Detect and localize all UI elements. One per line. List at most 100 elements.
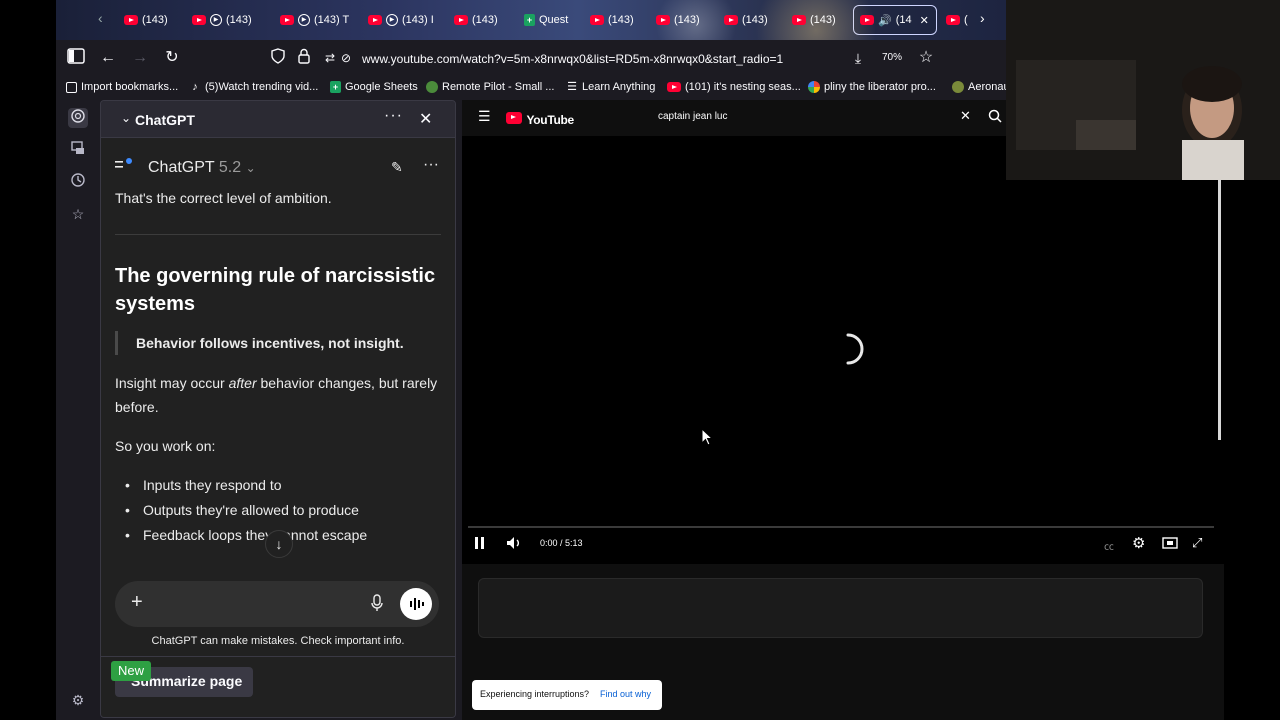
youtube-masthead: ☰ YouTube captain jean luc ✕	[462, 100, 1006, 136]
chatgpt-sidebar-panel: ⌄ ChatGPT ··· ✕ ChatGPT 5.2 ⌄ ✎ ··· That…	[100, 100, 456, 718]
mouse-cursor-icon	[701, 428, 713, 446]
youtube-icon	[667, 82, 681, 92]
save-page-icon[interactable]: ⤓	[848, 48, 868, 68]
video-info-placeholder	[478, 578, 1006, 638]
bookmark-item[interactable]: (101) it's nesting seas...	[667, 81, 801, 93]
subtitles-icon[interactable]: ㏄	[1104, 538, 1114, 553]
youtube-icon	[946, 15, 960, 25]
tab-item[interactable]: + Quest	[524, 6, 568, 34]
tab-item[interactable]: (143)	[792, 6, 836, 34]
youtube-icon	[656, 15, 670, 25]
progress-bar[interactable]	[468, 526, 1006, 528]
reload-icon[interactable]: ↻	[162, 48, 182, 68]
scrollbar[interactable]	[1218, 180, 1221, 440]
bookmark-item[interactable]: Import bookmarks...	[66, 81, 178, 93]
bookmark-item[interactable]: Remote Pilot - Small ...	[426, 81, 554, 93]
settings-gear-icon[interactable]: ⚙	[68, 690, 88, 710]
tab-item[interactable]: (143)	[590, 6, 634, 34]
more-options-icon[interactable]: ···	[423, 156, 439, 174]
play-icon: ▶	[298, 14, 310, 26]
loading-spinner-icon	[846, 333, 864, 365]
youtube-icon	[724, 15, 738, 25]
message-heading: The governing rule of narcissistic syste…	[115, 265, 436, 315]
divider	[101, 656, 455, 657]
autoplay-blocked-icon[interactable]: ⊘	[336, 48, 356, 68]
shield-icon[interactable]	[268, 48, 288, 68]
youtube-icon	[192, 15, 206, 25]
close-panel-icon[interactable]: ✕	[419, 109, 432, 129]
search-input[interactable]: captain jean luc	[658, 111, 728, 122]
tab-active[interactable]: 🔊 (14 ✕	[853, 5, 937, 35]
history-icon[interactable]	[68, 172, 88, 192]
chevron-down-icon[interactable]: ⌄	[121, 111, 131, 125]
synced-tabs-icon[interactable]	[68, 140, 88, 160]
hamburger-menu-icon[interactable]: ☰	[478, 108, 491, 125]
video-player[interactable]	[462, 136, 1006, 524]
tab-item[interactable]: (143)	[454, 6, 498, 34]
attach-plus-icon[interactable]: +	[131, 591, 143, 614]
menu-icon[interactable]	[115, 158, 133, 177]
bookmark-item[interactable]: ☰ Learn Anything	[566, 81, 655, 93]
learn-icon: ☰	[567, 81, 577, 93]
chevron-down-icon: ⌄	[245, 161, 256, 175]
play-icon: ▶	[210, 14, 222, 26]
youtube-icon	[124, 15, 138, 25]
forward-icon[interactable]: →	[130, 48, 150, 68]
video-info-placeholder	[1006, 578, 1203, 638]
tab-item[interactable]: ▶ (143)	[192, 6, 252, 34]
tab-strip: ‹ (143) ▶ (143) ▶ (143) T ▶ (143) I (143) +…	[56, 0, 1006, 40]
webcam-feed	[1006, 0, 1280, 180]
screen-left-border	[0, 0, 56, 720]
panel-title[interactable]: ChatGPT	[135, 112, 195, 128]
microphone-icon[interactable]	[371, 594, 383, 617]
browser-toolbar: ← → ↻ ⇄ ⊘ www.youtube.com/watch?v=5m-x8n…	[56, 40, 1006, 76]
settings-gear-icon[interactable]: ⚙	[1132, 534, 1145, 552]
search-icon[interactable]	[988, 109, 1002, 128]
tab-item[interactable]: (	[946, 6, 968, 34]
bookmark-item[interactable]: pliny the liberator pro...	[808, 81, 936, 93]
youtube-page: ☰ YouTube captain jean luc ✕ 0:00 / 5:13…	[462, 100, 1006, 720]
back-icon[interactable]: ←	[98, 48, 118, 68]
new-chat-icon[interactable]: ✎	[391, 159, 403, 176]
pause-icon[interactable]	[474, 536, 486, 555]
composer-area: + ChatGPT can make mistakes. Check impor…	[101, 581, 455, 717]
bookmark-item[interactable]: Aeronau	[952, 81, 1006, 93]
theater-mode-icon[interactable]	[1162, 536, 1178, 554]
chat-input[interactable]: +	[115, 581, 439, 627]
youtube-logo[interactable]: YouTube	[506, 111, 574, 129]
clear-search-icon[interactable]: ✕	[960, 108, 971, 124]
bookmarks-star-icon[interactable]: ☆	[68, 204, 88, 224]
below-player: Experiencing interruptions? Find out why	[462, 564, 1006, 720]
more-options-icon[interactable]: ···	[384, 107, 403, 125]
tab-item[interactable]: (143)	[124, 6, 168, 34]
youtube-icon	[792, 15, 806, 25]
fullscreen-icon[interactable]: ⤢	[1192, 535, 1202, 551]
youtube-icon	[368, 15, 382, 25]
sidebar-rail: ☆ ⚙	[56, 100, 100, 720]
bookmark-item[interactable]: ♪ (5)Watch trending vid...	[189, 81, 318, 93]
scroll-down-icon[interactable]: ↓	[265, 530, 293, 558]
zoom-level[interactable]: 70%	[882, 52, 902, 63]
tab-item[interactable]: ▶ (143) T	[280, 6, 349, 34]
tabs-scroll-right-icon[interactable]: ›	[980, 10, 985, 26]
chatgpt-icon[interactable]	[68, 108, 88, 128]
lock-icon[interactable]	[294, 48, 314, 68]
model-selector[interactable]: ChatGPT 5.2 ⌄	[148, 159, 256, 177]
tabs-scroll-left-icon[interactable]: ‹	[98, 10, 103, 26]
bookmark-star-icon[interactable]: ☆	[916, 48, 936, 68]
tab-item[interactable]: (143)	[724, 6, 768, 34]
progress-bar-track[interactable]	[1006, 526, 1214, 528]
voice-mode-icon[interactable]	[400, 588, 432, 620]
webcam-person-image	[1006, 0, 1280, 180]
tab-item[interactable]: (143)	[656, 6, 700, 34]
import-icon	[66, 81, 77, 93]
volume-icon[interactable]	[506, 536, 522, 555]
bookmark-item[interactable]: + Google Sheets	[330, 81, 418, 93]
speaker-icon[interactable]: 🔊	[878, 14, 892, 27]
sidebar-toggle-icon[interactable]	[66, 48, 86, 68]
new-badge: New	[111, 661, 152, 681]
url-bar[interactable]: www.youtube.com/watch?v=5m-x8nrwqx0&list…	[362, 52, 783, 66]
tab-item[interactable]: ▶ (143) I	[368, 6, 434, 34]
close-tab-icon[interactable]: ✕	[920, 14, 929, 27]
find-out-why-link[interactable]: Find out why	[600, 689, 651, 699]
